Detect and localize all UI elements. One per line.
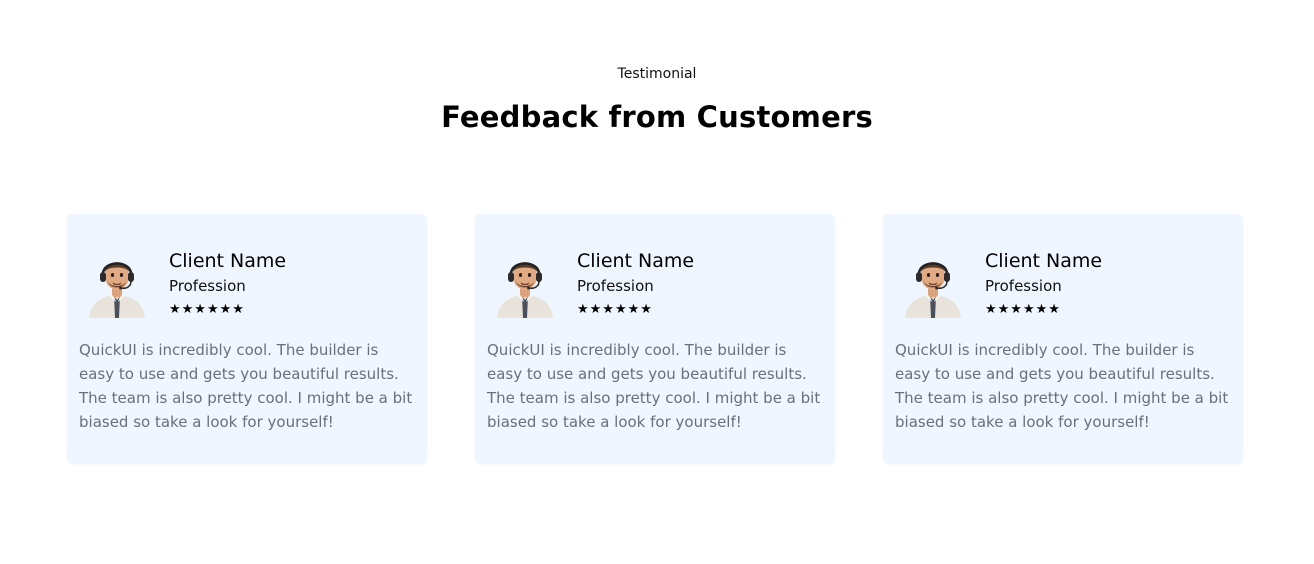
star-rating: ★★★★★★ <box>577 302 653 317</box>
testimonial-quote: QuickUI is incredibly cool. The builder … <box>79 341 413 431</box>
section-eyebrow: Testimonial <box>617 66 697 82</box>
client-name: Client Name <box>577 250 695 272</box>
client-name: Client Name <box>169 250 287 272</box>
testimonial-quote: QuickUI is incredibly cool. The builder … <box>487 341 821 431</box>
client-profession: Profession <box>577 277 654 295</box>
testimonial-card: Client Name Profession ★★★★★★ QuickUI is… <box>67 214 427 464</box>
testimonial-quote: QuickUI is incredibly cool. The builder … <box>895 341 1229 431</box>
star-rating: ★★★★★★ <box>985 302 1061 317</box>
client-profession: Profession <box>169 277 246 295</box>
avatar-headset-icon <box>497 262 553 318</box>
testimonial-card: Client Name Profession ★★★★★★ QuickUI is… <box>475 214 835 464</box>
avatar-headset-icon <box>89 262 145 318</box>
star-rating: ★★★★★★ <box>169 302 245 317</box>
client-profession: Profession <box>985 277 1062 295</box>
client-name: Client Name <box>985 250 1103 272</box>
testimonial-card: Client Name Profession ★★★★★★ QuickUI is… <box>883 214 1243 464</box>
testimonial-section: Testimonial Feedback from Customers Clie… <box>0 0 1314 564</box>
section-headline: Feedback from Customers <box>441 100 873 134</box>
avatar-headset-icon <box>905 262 961 318</box>
